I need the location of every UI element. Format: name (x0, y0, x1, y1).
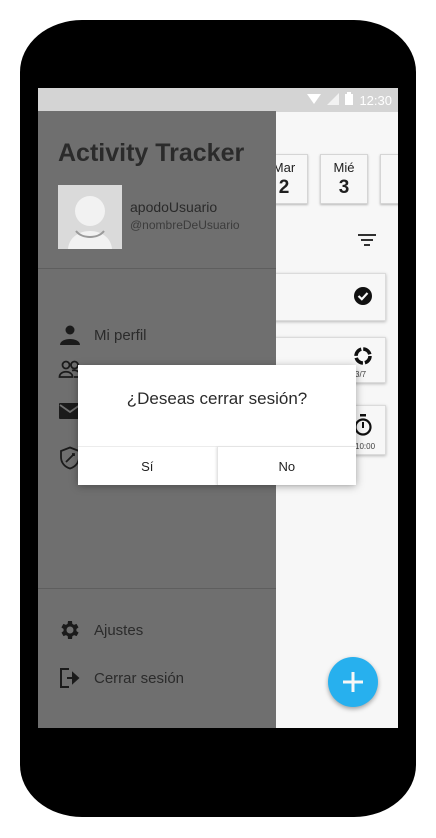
nav-item-settings[interactable]: Ajustes (58, 616, 143, 644)
signal-icon (327, 92, 340, 108)
divider (38, 588, 276, 589)
app-title: Activity Tracker (58, 139, 245, 167)
person-icon (58, 323, 82, 347)
logout-icon (58, 666, 82, 690)
user-handle: @nombreDeUsuario (130, 218, 240, 232)
avatar[interactable] (58, 185, 122, 249)
nav-item-label: Cerrar sesión (94, 669, 185, 687)
status-bar: 12:30 (38, 88, 398, 112)
gear-icon (58, 618, 82, 642)
app-screen: 12:30 Mar 2 Mié 3 J 3/7 10:00 (38, 88, 398, 728)
nav-item-label: Mi perfil (94, 326, 147, 344)
nav-item-logout[interactable]: Cerrar sesión (58, 664, 184, 692)
nav-item-label: Ajustes (94, 621, 144, 639)
user-nickname: apodoUsuario (130, 199, 218, 215)
divider (38, 268, 276, 269)
wifi-icon (307, 93, 322, 108)
battery-icon (345, 92, 354, 108)
confirm-button[interactable]: Sí (78, 447, 217, 485)
dialog-actions: Sí No (78, 446, 356, 485)
dialog-message: ¿Deseas cerrar sesión? (126, 389, 308, 408)
status-time: 12:30 (359, 92, 392, 108)
nav-item-profile[interactable]: Mi perfil (58, 321, 147, 349)
cancel-button[interactable]: No (216, 447, 356, 485)
logout-dialog: ¿Deseas cerrar sesión? Sí No (78, 365, 356, 485)
